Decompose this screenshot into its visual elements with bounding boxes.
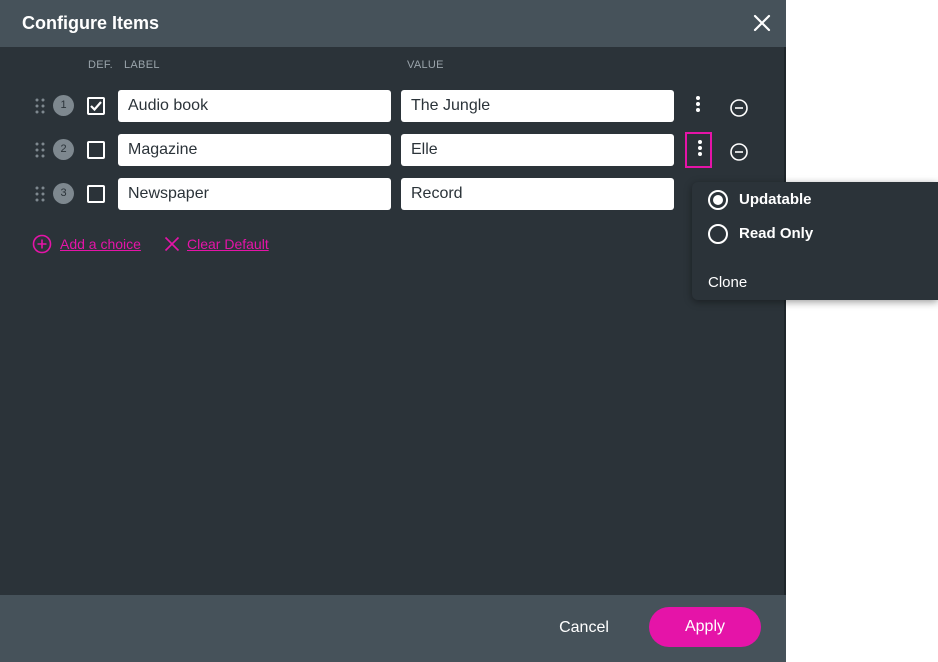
add-choice-link[interactable]: Add a choice [60,236,141,252]
label-input[interactable] [118,90,391,122]
close-icon[interactable] [752,13,772,33]
row-number-badge: 3 [53,183,74,204]
more-options-button[interactable] [685,88,712,124]
checkmark-icon [90,101,102,112]
item-row: 2 [0,132,786,168]
clear-x-icon[interactable] [162,234,182,254]
drag-handle-icon[interactable] [34,97,46,115]
add-circle-icon[interactable] [32,234,52,254]
remove-circle-icon[interactable] [729,142,749,162]
default-checkbox[interactable] [87,141,105,159]
drag-handle-icon[interactable] [34,185,46,203]
menu-item-clone[interactable]: Clone [708,274,747,291]
label-input[interactable] [118,134,391,166]
column-header-def: DEF. [88,59,114,71]
menu-item-label: Read Only [739,225,814,242]
column-header-label: LABEL [124,59,160,71]
more-options-button-active[interactable] [685,132,712,168]
dialog-header: Configure Items [0,0,786,47]
cancel-button[interactable]: Cancel [548,611,620,645]
row-number-badge: 2 [53,139,74,160]
value-input[interactable] [401,134,674,166]
value-input[interactable] [401,178,674,210]
menu-item-label: Updatable [739,191,812,208]
column-header-value: VALUE [407,59,444,71]
clear-default-link[interactable]: Clear Default [187,236,269,252]
default-checkbox[interactable] [87,185,105,203]
drag-handle-icon[interactable] [34,141,46,159]
radio-icon[interactable] [708,224,728,244]
row-number-badge: 1 [53,95,74,116]
dialog-title: Configure Items [22,13,160,33]
item-row: 3 [0,178,786,212]
label-input[interactable] [118,178,391,210]
remove-circle-icon[interactable] [729,98,749,118]
radio-selected-icon[interactable] [708,190,728,210]
configure-items-dialog: Configure Items DEF. LABEL VALUE 1 Audio… [0,0,786,662]
item-row: 1 [0,90,786,124]
options-popup-menu: Updatable Read Only Clone [692,182,938,300]
value-input[interactable] [401,90,674,122]
apply-button[interactable]: Apply [649,607,761,647]
dialog-footer: Cancel Apply [0,595,786,662]
default-checkbox-checked[interactable] [87,97,105,115]
